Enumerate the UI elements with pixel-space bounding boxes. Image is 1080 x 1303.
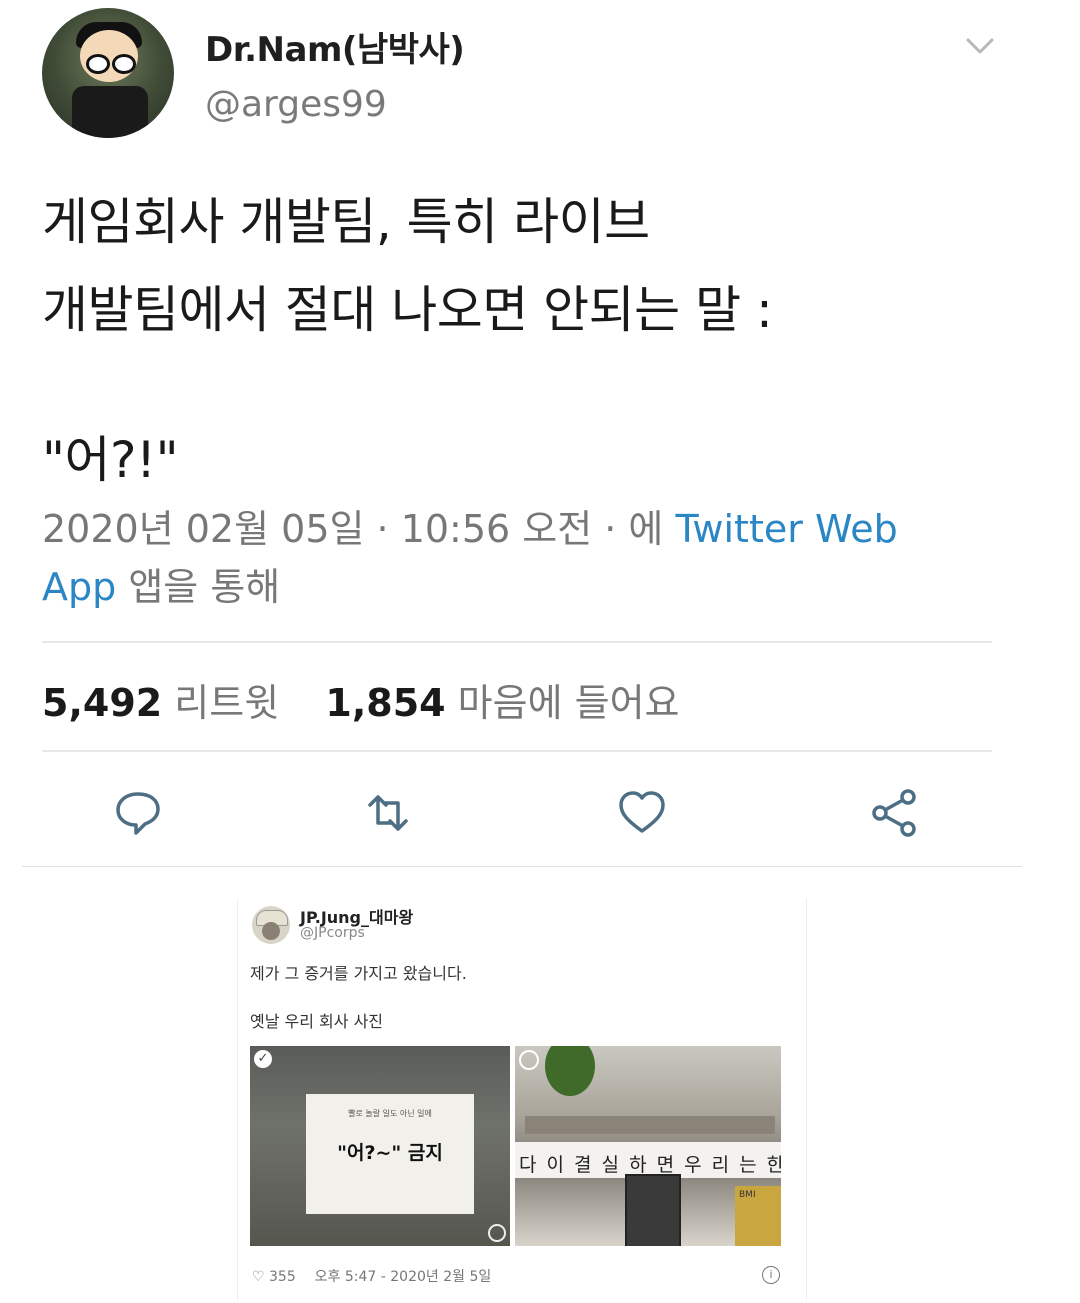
- box-shape: BMI: [735, 1186, 781, 1246]
- embedded-handle: @JPcorps: [300, 925, 365, 941]
- share-icon[interactable]: [868, 787, 920, 839]
- sign-main-text: "어?~" 금지: [337, 1142, 443, 1164]
- desk-row-shape: [525, 1116, 775, 1134]
- tweet-stats: 5,492 리트윗 1,854 마음에 들어요: [42, 672, 680, 727]
- retweet-count[interactable]: 5,492: [42, 681, 162, 725]
- like-count[interactable]: 1,854: [325, 681, 445, 725]
- embedded-tweet-image[interactable]: JP.Jung_대마왕 @JPcorps 제가 그 증거를 가지고 왔습니다. …: [237, 898, 807, 1300]
- embedded-timestamp: 오후 5:47 - 2020년 2월 5일: [314, 1269, 492, 1285]
- embedded-photo-sign: ✓ 빨로 놀랄 일도 아닌 일에 "어?~" 금지: [250, 1046, 510, 1246]
- computer-shape: [625, 1174, 681, 1246]
- check-icon: ✓: [254, 1050, 272, 1068]
- embedded-avatar: [252, 906, 290, 944]
- heart-icon: ♡: [252, 1269, 265, 1285]
- tweet-meta: 2020년 02월 05일 · 10:56 오전 · 에 Twitter Web…: [42, 500, 942, 616]
- embedded-footer: ♡ 355 오후 5:47 - 2020년 2월 5일: [252, 1266, 491, 1286]
- avatar-glasses-right: [112, 54, 136, 74]
- embedded-photo-office: 다 이 결 실 하 면 우 리 는 한 다 BMI: [515, 1046, 781, 1246]
- author-display-name[interactable]: Dr.Nam(남박사): [205, 22, 465, 71]
- embedded-text-line: 제가 그 증거를 가지고 왔습니다.: [250, 964, 467, 983]
- ring-icon: [519, 1050, 539, 1070]
- avatar-glasses-left: [86, 54, 110, 74]
- magnify-icon: [488, 1224, 506, 1242]
- like-icon[interactable]: [616, 787, 668, 839]
- reply-icon[interactable]: [112, 787, 164, 839]
- author-handle[interactable]: @arges99: [205, 84, 387, 125]
- paper-sign: 빨로 놀랄 일도 아닌 일에 "어?~" 금지: [306, 1094, 474, 1214]
- divider: [22, 866, 1022, 867]
- box-label: BMI: [739, 1190, 756, 1200]
- tweet-line: 개발팀에서 절대 나오면 안되는 말 :: [42, 281, 773, 339]
- avatar-body: [72, 86, 148, 138]
- avatar-face: [262, 922, 280, 940]
- embedded-text-line: 옛날 우리 회사 사진: [250, 1012, 384, 1031]
- sign-small-text: 빨로 놀랄 일도 아닌 일에: [348, 1109, 432, 1118]
- embedded-like-count: 355: [269, 1269, 296, 1285]
- tweet-timestamp: 2020년 02월 05일 · 10:56 오전 · 에: [42, 507, 664, 551]
- retweet-label[interactable]: 리트윗: [174, 681, 279, 725]
- retweet-icon[interactable]: [362, 787, 414, 839]
- author-avatar[interactable]: [42, 8, 174, 138]
- divider: [42, 750, 992, 752]
- like-label[interactable]: 마음에 들어요: [458, 681, 680, 725]
- tweet-text: 게임회사 개발팀, 특히 라이브 개발팀에서 절대 나오면 안되는 말 : "어…: [42, 178, 1002, 504]
- source-suffix: 앱을 통해: [128, 565, 281, 609]
- plant-shape: [545, 1046, 595, 1096]
- divider: [42, 641, 992, 643]
- info-icon: i: [762, 1266, 780, 1284]
- chevron-down-icon[interactable]: [960, 30, 1000, 60]
- tweet-line: 게임회사 개발팀, 특히 라이브: [42, 193, 650, 251]
- banner-text: 다 이 결 실 하 면 우 리 는 한 다: [519, 1154, 781, 1176]
- tweet-line: "어?!": [42, 431, 179, 489]
